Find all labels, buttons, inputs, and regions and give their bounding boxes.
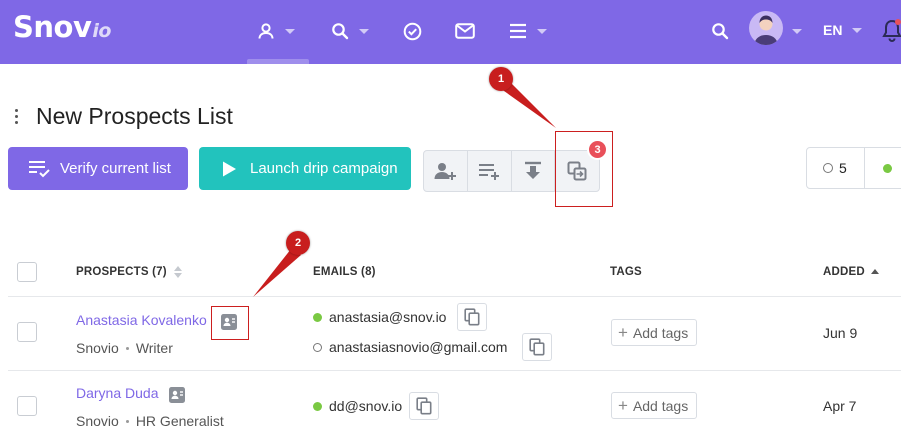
contact-card-icon[interactable] [168, 386, 186, 404]
copy-email-button[interactable] [409, 392, 439, 420]
check-circle-icon [403, 22, 422, 40]
annotation-arrows [253, 78, 556, 297]
chevron-down-icon [359, 28, 369, 34]
highlight-copy-move-button [555, 131, 613, 207]
highlight-contact-card [211, 306, 249, 340]
chevron-down-icon [792, 28, 802, 34]
download-button[interactable] [512, 151, 556, 191]
verify-list-icon [29, 160, 50, 177]
prospect-name-link[interactable]: Anastasia Kovalenko [76, 312, 207, 328]
copy-email-button[interactable] [522, 333, 552, 361]
nav-active-indicator [247, 59, 309, 64]
prospect-company-position: Snovio Writer [76, 340, 173, 356]
avatar-menu-toggle[interactable] [792, 18, 802, 44]
copy-icon [416, 397, 432, 415]
verify-list-label: Verify current list [60, 160, 171, 177]
menu-icon [510, 23, 526, 39]
add-prospect-icon [434, 163, 457, 180]
email-valid-status-icon [313, 312, 322, 322]
nav-prospects[interactable] [257, 18, 295, 44]
email-unknown-status-icon [313, 342, 322, 352]
add-prospect-button[interactable] [424, 151, 468, 191]
unverified-counter[interactable]: 5 [807, 148, 865, 188]
chevron-down-icon [285, 28, 295, 34]
search-icon [712, 23, 729, 40]
sort-icon [173, 266, 182, 278]
add-tags-button[interactable]: + Add tags [611, 319, 698, 346]
email-address: anastasiasnovio@gmail.com [313, 339, 507, 355]
global-search-button[interactable] [711, 18, 729, 44]
prospect-company-position: Snovio HR Generalist [76, 413, 224, 429]
nav-search[interactable] [331, 18, 369, 44]
chevron-down-icon [852, 27, 863, 33]
user-avatar-icon [754, 15, 778, 45]
added-date: Apr 7 [823, 398, 857, 414]
email-address: dd@snov.io [313, 398, 402, 414]
launch-campaign-button[interactable]: Launch drip campaign [199, 147, 411, 190]
top-navbar: Snovio EN [0, 0, 901, 64]
avatar[interactable] [749, 11, 783, 45]
prospects-icon [258, 23, 274, 39]
select-all-checkbox[interactable] [17, 262, 37, 282]
add-to-list-button[interactable] [468, 151, 512, 191]
list-options-icon[interactable] [15, 109, 19, 127]
language-selector[interactable]: EN [823, 22, 863, 38]
plus-icon: + [618, 323, 628, 342]
download-icon [524, 161, 541, 179]
added-date: Jun 9 [823, 325, 858, 341]
prospect-name-link[interactable]: Daryna Duda [76, 385, 159, 401]
plus-icon: + [618, 396, 628, 415]
copy-icon [529, 338, 545, 356]
tags-column-header: TAGS [610, 266, 642, 278]
nav-more-menu[interactable] [509, 18, 547, 44]
annotation-marker-1: 1 [489, 67, 513, 91]
launch-campaign-label: Launch drip campaign [250, 160, 398, 177]
play-icon [223, 161, 236, 176]
annotation-arrow-2 [253, 249, 301, 297]
verify-list-button[interactable]: Verify current list [8, 147, 188, 190]
row-divider [8, 296, 901, 297]
bell-icon [882, 19, 901, 42]
chevron-down-icon [537, 28, 547, 34]
unverified-status-icon [823, 163, 833, 173]
sort-asc-icon [870, 268, 879, 276]
annotation-marker-2: 2 [286, 231, 310, 255]
snovio-logo[interactable]: Snovio [13, 10, 111, 44]
page-title: New Prospects List [36, 103, 233, 129]
search-icon [332, 23, 349, 40]
emails-column-header: EMAILS (8) [313, 266, 376, 278]
row-checkbox[interactable] [17, 322, 37, 342]
copy-email-button[interactable] [457, 303, 487, 331]
added-column-header[interactable]: ADDED [823, 266, 879, 278]
mail-icon [455, 23, 475, 39]
row-checkbox[interactable] [17, 396, 37, 416]
add-tags-button[interactable]: + Add tags [611, 392, 698, 419]
nav-tasks[interactable] [403, 18, 422, 44]
verification-counters[interactable]: 5 [806, 147, 901, 189]
email-valid-status-icon [313, 401, 322, 411]
row-divider [8, 370, 901, 371]
prospects-column-header[interactable]: PROSPECTS (7) [76, 266, 182, 278]
email-address: anastasia@snov.io [313, 309, 446, 325]
add-to-list-icon [479, 164, 500, 180]
notifications-button[interactable] [882, 18, 901, 44]
valid-status-icon [883, 163, 892, 173]
copy-icon [464, 308, 480, 326]
nav-mail[interactable] [455, 18, 475, 44]
